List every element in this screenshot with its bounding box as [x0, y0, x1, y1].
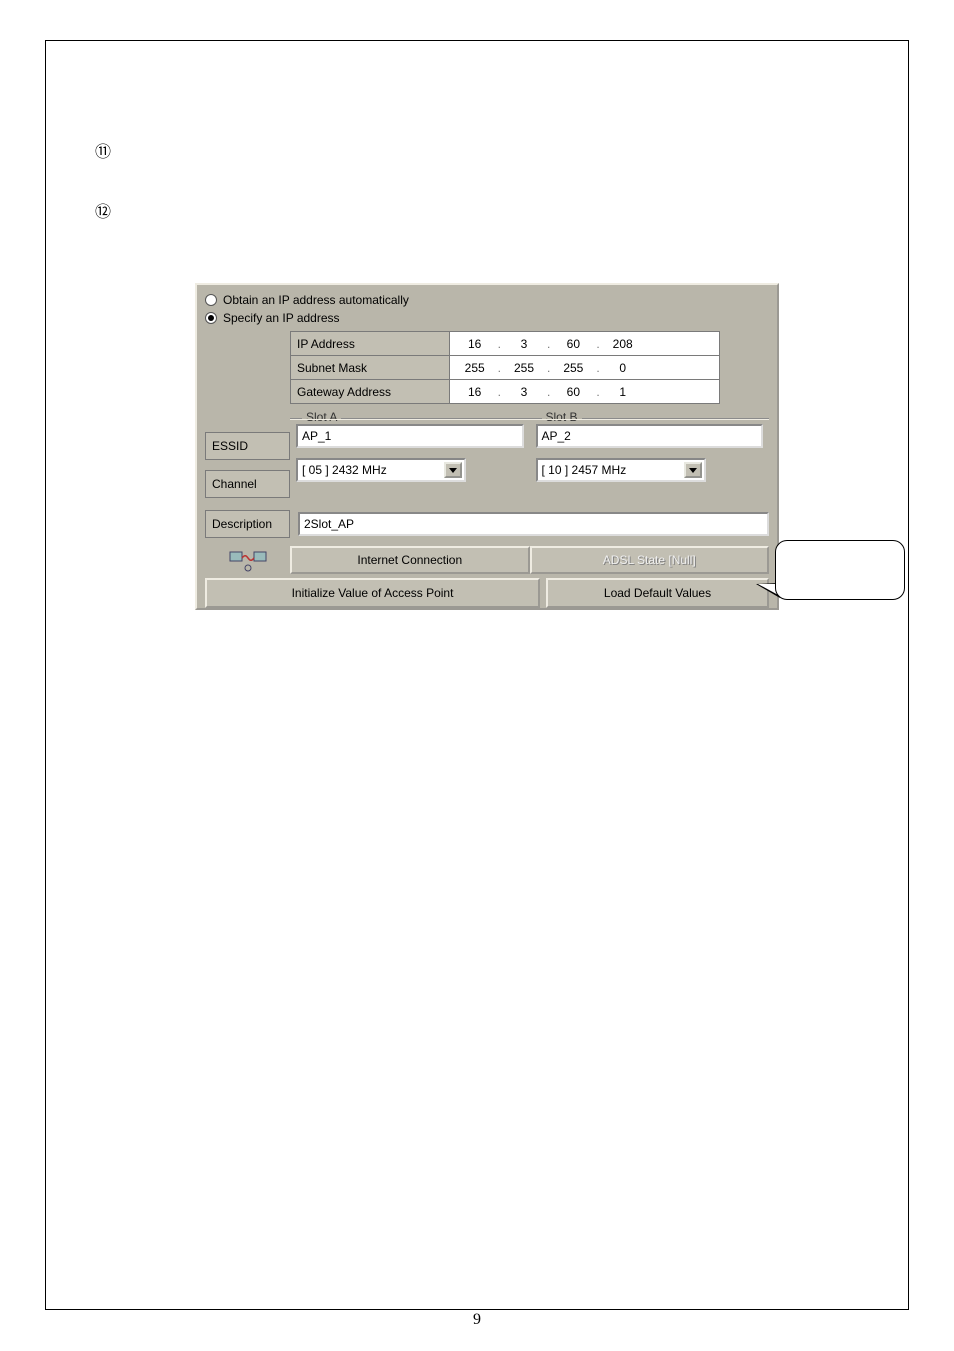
channel-row-label: Channel	[205, 470, 290, 498]
slot-a-group: Slot A AP_1 [ 05 ] 2432 MHz	[290, 410, 530, 492]
slot-b-legend: Slot B	[542, 410, 582, 424]
ip-address-label: IP Address	[291, 332, 450, 356]
gateway-label: Gateway Address	[291, 380, 450, 404]
ip-oct[interactable]: 3	[505, 337, 543, 351]
slot-a-legend: Slot A	[302, 410, 341, 424]
initialize-button[interactable]: Initialize Value of Access Point	[205, 578, 540, 608]
ip-table: IP Address 16. 3. 60. 208 Subnet Mask 25…	[290, 331, 720, 404]
callout-bubble	[775, 540, 905, 600]
radio-obtain-auto[interactable]: Obtain an IP address automatically	[205, 291, 769, 309]
chevron-down-icon[interactable]	[444, 462, 462, 478]
radio-specify[interactable]: Specify an IP address	[205, 309, 769, 327]
network-icon	[205, 546, 290, 574]
description-row-label: Description	[205, 510, 290, 538]
ip-address-field[interactable]: 16. 3. 60. 208	[449, 332, 719, 356]
chevron-down-icon[interactable]	[684, 462, 702, 478]
gateway-field[interactable]: 16. 3. 60. 1	[449, 380, 719, 404]
slot-b-channel-value: [ 10 ] 2457 MHz	[542, 463, 627, 477]
ip-oct[interactable]: 1	[604, 385, 642, 399]
essid-row-label: ESSID	[205, 432, 290, 460]
subnet-label: Subnet Mask	[291, 356, 450, 380]
ip-oct[interactable]: 60	[554, 385, 592, 399]
marker-11: ⑪	[95, 138, 111, 162]
ip-oct[interactable]: 60	[554, 337, 592, 351]
slot-b-channel-select[interactable]: [ 10 ] 2457 MHz	[536, 458, 706, 482]
ip-oct[interactable]: 255	[554, 361, 592, 375]
marker-12: ⑫	[95, 198, 111, 222]
radio-specify-label: Specify an IP address	[223, 311, 340, 325]
ip-oct[interactable]: 255	[505, 361, 543, 375]
internet-connection-button[interactable]: Internet Connection	[290, 546, 530, 574]
page-number: 9	[0, 1311, 954, 1329]
config-panel: Obtain an IP address automatically Speci…	[195, 283, 779, 610]
ip-oct[interactable]: 16	[456, 385, 494, 399]
ip-oct[interactable]: 255	[456, 361, 494, 375]
load-default-button[interactable]: Load Default Values	[546, 578, 769, 608]
slot-b-group: Slot B AP_2 [ 10 ] 2457 MHz	[530, 410, 770, 492]
adsl-state-button: ADSL State [Null]	[530, 546, 770, 574]
page-frame	[45, 40, 909, 1310]
slot-a-essid-input[interactable]: AP_1	[296, 424, 524, 448]
slot-a-channel-select[interactable]: [ 05 ] 2432 MHz	[296, 458, 466, 482]
radio-auto-label: Obtain an IP address automatically	[223, 293, 409, 307]
slot-b-essid-input[interactable]: AP_2	[536, 424, 764, 448]
subnet-field[interactable]: 255. 255. 255. 0	[449, 356, 719, 380]
slot-a-channel-value: [ 05 ] 2432 MHz	[302, 463, 387, 477]
ip-oct[interactable]: 208	[604, 337, 642, 351]
radio-icon	[205, 294, 217, 306]
radio-icon	[205, 312, 217, 324]
ip-oct[interactable]: 16	[456, 337, 494, 351]
ip-oct[interactable]: 0	[604, 361, 642, 375]
description-input[interactable]: 2Slot_AP	[298, 512, 769, 536]
ip-oct[interactable]: 3	[505, 385, 543, 399]
